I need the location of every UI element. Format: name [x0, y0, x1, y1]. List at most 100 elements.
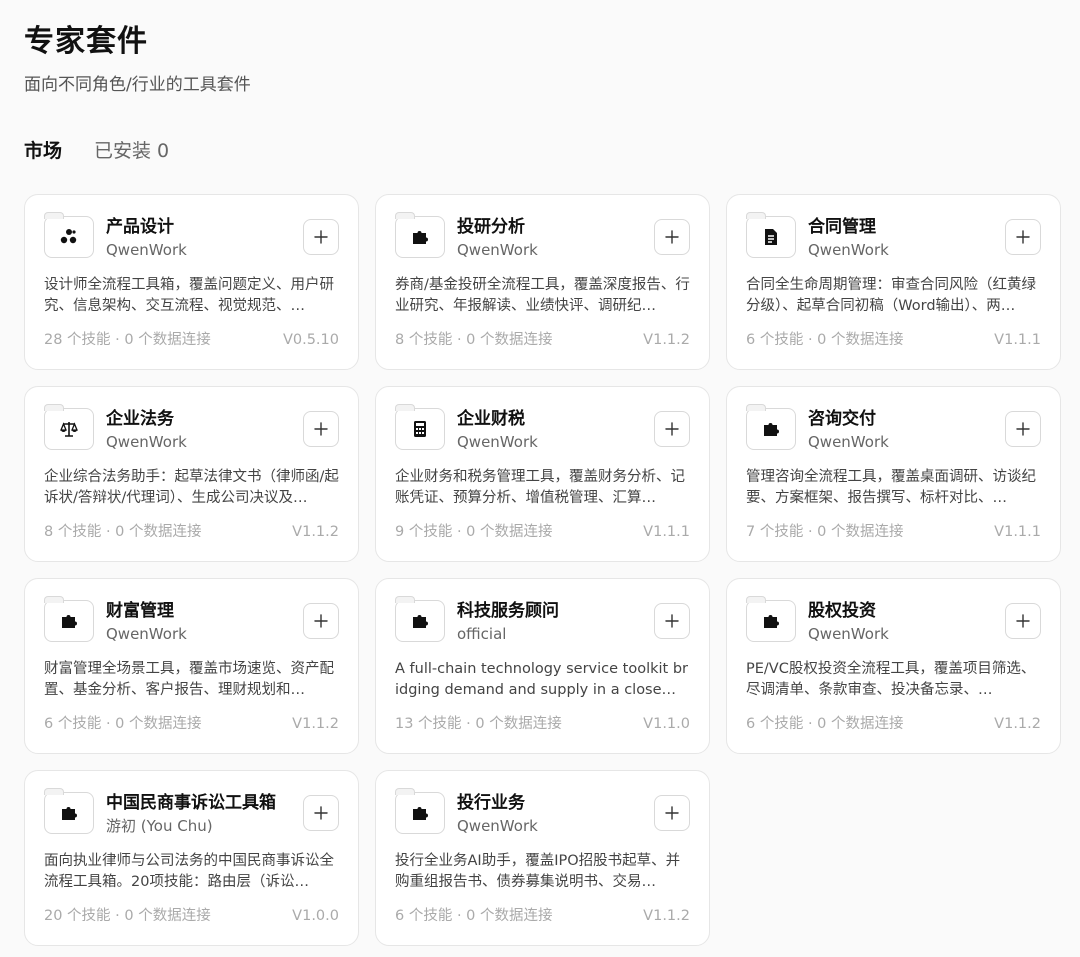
page-subtitle: 面向不同角色/行业的工具套件 — [24, 75, 251, 95]
suite-card[interactable]: 财富管理 QwenWork 财富管理全场景工具，覆盖市场速览、资产配置、基金分析… — [24, 578, 359, 754]
card-stats: 6 个技能 · 0 个数据连接 — [746, 332, 904, 348]
puzzle-icon — [44, 788, 94, 834]
puzzle-icon — [44, 596, 94, 642]
card-author: QwenWork — [808, 433, 889, 451]
card-title: 投研分析 — [457, 217, 525, 237]
card-author: QwenWork — [457, 241, 538, 259]
card-title: 咨询交付 — [808, 409, 876, 429]
page-title: 专家套件 — [24, 24, 148, 59]
card-version: V1.0.0 — [292, 908, 339, 924]
tab-bar: 市场 已安装 0 — [24, 138, 169, 164]
card-author: QwenWork — [457, 433, 538, 451]
puzzle-icon — [746, 596, 796, 642]
puzzle-icon — [395, 596, 445, 642]
tab-market-label: 市场 — [24, 140, 63, 162]
card-description: 企业财务和税务管理工具，覆盖财务分析、记账凭证、预算分析、增值税管理、汇算… — [395, 469, 685, 506]
card-description: A full-chain technology service toolkit … — [395, 661, 689, 698]
card-title: 中国民商事诉讼工具箱 — [106, 793, 276, 813]
add-button[interactable] — [1005, 219, 1041, 255]
card-description: 券商/基金投研全流程工具，覆盖深度报告、行业研究、年报解读、业绩快评、调研纪… — [395, 277, 690, 314]
card-stats: 8 个技能 · 0 个数据连接 — [395, 332, 553, 348]
suite-card[interactable]: 企业财税 QwenWork 企业财务和税务管理工具，覆盖财务分析、记账凭证、预算… — [375, 386, 710, 562]
calculator-icon — [395, 404, 445, 450]
card-stats: 8 个技能 · 0 个数据连接 — [44, 524, 202, 540]
card-description: 合同全生命周期管理：审查合同风险（红黄绿分级）、起草合同初稿（Word输出）、两… — [746, 277, 1036, 314]
card-title: 企业财税 — [457, 409, 525, 429]
plus-icon — [314, 614, 328, 628]
card-stats: 13 个技能 · 0 个数据连接 — [395, 716, 562, 732]
card-title: 股权投资 — [808, 601, 876, 621]
card-version: V1.1.2 — [643, 908, 690, 924]
card-stats: 20 个技能 · 0 个数据连接 — [44, 908, 211, 924]
suite-card[interactable]: 中国民商事诉讼工具箱 游初 (You Chu) 面向执业律师与公司法务的中国民商… — [24, 770, 359, 946]
puzzle-icon — [395, 788, 445, 834]
card-stats: 6 个技能 · 0 个数据连接 — [44, 716, 202, 732]
card-version: V1.1.2 — [292, 716, 339, 732]
card-description: 面向执业律师与公司法务的中国民商事诉讼全流程工具箱。20项技能：路由层（诉讼… — [44, 853, 334, 890]
document-icon — [746, 212, 796, 258]
plus-icon — [1016, 422, 1030, 436]
add-button[interactable] — [303, 795, 339, 831]
card-stats: 9 个技能 · 0 个数据连接 — [395, 524, 553, 540]
card-version: V1.1.2 — [292, 524, 339, 540]
add-button[interactable] — [303, 603, 339, 639]
card-author: official — [457, 625, 507, 643]
card-stats: 6 个技能 · 0 个数据连接 — [395, 908, 553, 924]
plus-icon — [314, 230, 328, 244]
card-description: 管理咨询全流程工具，覆盖桌面调研、访谈纪要、方案框架、报告撰写、标杆对比、… — [746, 469, 1036, 506]
suite-card[interactable]: 产品设计 QwenWork 设计师全流程工具箱，覆盖问题定义、用户研究、信息架构… — [24, 194, 359, 370]
plus-icon — [665, 422, 679, 436]
puzzle-icon — [746, 404, 796, 450]
add-button[interactable] — [654, 603, 690, 639]
palette-icon — [44, 212, 94, 258]
tab-installed-count: 0 — [157, 140, 170, 162]
card-version: V1.1.0 — [643, 716, 690, 732]
suite-card[interactable]: 企业法务 QwenWork 企业综合法务助手：起草法律文书（律师函/起诉状/答辩… — [24, 386, 359, 562]
add-button[interactable] — [303, 411, 339, 447]
card-title: 财富管理 — [106, 601, 174, 621]
card-title: 企业法务 — [106, 409, 174, 429]
card-title: 科技服务顾问 — [457, 601, 559, 621]
card-version: V1.1.1 — [994, 524, 1041, 540]
plus-icon — [1016, 614, 1030, 628]
card-title: 投行业务 — [457, 793, 525, 813]
card-version: V1.1.2 — [994, 716, 1041, 732]
card-author: QwenWork — [106, 625, 187, 643]
card-title: 合同管理 — [808, 217, 876, 237]
add-button[interactable] — [654, 219, 690, 255]
add-button[interactable] — [1005, 411, 1041, 447]
card-version: V0.5.10 — [282, 332, 339, 348]
card-description: PE/VC股权投资全流程工具，覆盖项目筛选、尽调清单、条款审查、投决备忘录、… — [746, 661, 1036, 698]
plus-icon — [665, 230, 679, 244]
puzzle-icon — [395, 212, 445, 258]
suite-card[interactable]: 合同管理 QwenWork 合同全生命周期管理：审查合同风险（红黄绿分级）、起草… — [726, 194, 1061, 370]
page-header: 专家套件 面向不同角色/行业的工具套件 — [24, 24, 251, 96]
add-button[interactable] — [303, 219, 339, 255]
suite-card[interactable]: 投研分析 QwenWork 券商/基金投研全流程工具，覆盖深度报告、行业研究、年… — [375, 194, 710, 370]
suite-card[interactable]: 科技服务顾问 official A full-chain technology … — [375, 578, 710, 754]
suite-card[interactable]: 投行业务 QwenWork 投行全业务AI助手，覆盖IPO招股书起草、并购重组报… — [375, 770, 710, 946]
card-title: 产品设计 — [106, 217, 174, 237]
suite-card[interactable]: 股权投资 QwenWork PE/VC股权投资全流程工具，覆盖项目筛选、尽调清单… — [726, 578, 1061, 754]
card-version: V1.1.1 — [994, 332, 1041, 348]
card-author: QwenWork — [808, 241, 889, 259]
card-version: V1.1.2 — [643, 332, 690, 348]
add-button[interactable] — [1005, 603, 1041, 639]
card-description: 投行全业务AI助手，覆盖IPO招股书起草、并购重组报告书、债券募集说明书、交易… — [395, 853, 681, 890]
add-button[interactable] — [654, 795, 690, 831]
card-stats: 6 个技能 · 0 个数据连接 — [746, 716, 904, 732]
card-author: QwenWork — [808, 625, 889, 643]
suite-card[interactable]: 咨询交付 QwenWork 管理咨询全流程工具，覆盖桌面调研、访谈纪要、方案框架… — [726, 386, 1061, 562]
card-author: QwenWork — [457, 817, 538, 835]
card-version: V1.1.1 — [643, 524, 690, 540]
plus-icon — [1016, 230, 1030, 244]
card-author: QwenWork — [106, 433, 187, 451]
tab-installed[interactable]: 已安装 0 — [94, 138, 169, 164]
tab-market[interactable]: 市场 — [24, 138, 62, 164]
plus-icon — [665, 614, 679, 628]
add-button[interactable] — [654, 411, 690, 447]
card-description: 财富管理全场景工具，覆盖市场速览、资产配置、基金分析、客户报告、理财规划和… — [44, 661, 334, 698]
tab-installed-label: 已安装 — [94, 140, 152, 162]
card-author: QwenWork — [106, 241, 187, 259]
plus-icon — [314, 422, 328, 436]
